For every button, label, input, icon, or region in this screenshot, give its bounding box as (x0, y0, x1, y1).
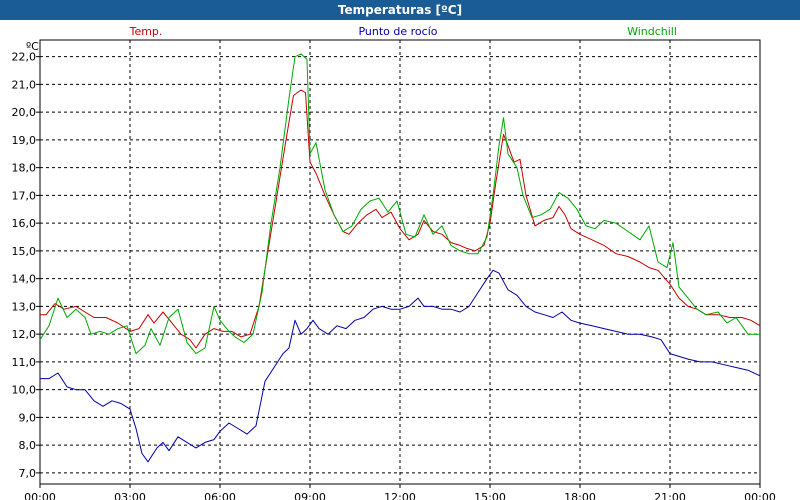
x-tick-time-label: 00:00 (24, 491, 56, 500)
y-tick-label: 10,0 (12, 384, 37, 397)
chart-title: Temperaturas [ºC] (0, 0, 800, 20)
x-axis: 00:0030/03/2503:0030/03/2506:0030/03/250… (24, 484, 776, 500)
y-tick-label: 8,0 (19, 439, 37, 452)
x-tick-time-label: 15:00 (474, 491, 506, 500)
x-tick-time-label: 18:00 (564, 491, 596, 500)
chart-window: Temperaturas [ºC] 22,0 21,0 20,0 19,0 18,0 17… (0, 0, 800, 500)
y-tick-label: 15,0 (12, 245, 37, 258)
y-axis-unit-label: ºC (26, 40, 39, 53)
x-tick-time-label: 00:00 (744, 491, 776, 500)
y-axis: 22,021,020,019,018,017,016,015,014,013,0… (12, 51, 40, 480)
y-tick-label: 9,0 (19, 411, 37, 424)
x-tick-time-label: 21:00 (654, 491, 686, 500)
y-tick-label: 21,0 (12, 78, 37, 91)
x-tick-time-label: 12:00 (384, 491, 416, 500)
legend: Temp. Punto de rocío Windchill (129, 25, 677, 38)
y-tick-label: 7,0 (19, 467, 37, 480)
legend-entry-0: Temp. (129, 25, 163, 38)
y-tick-label: 16,0 (12, 217, 37, 230)
y-tick-label: 14,0 (12, 273, 37, 286)
y-tick-label: 13,0 (12, 300, 37, 313)
y-tick-label: 11,0 (12, 356, 37, 369)
y-tick-label: 17,0 (12, 189, 37, 202)
y-tick-label: 18,0 (12, 162, 37, 175)
y-tick-label: 12,0 (12, 328, 37, 341)
x-tick-time-label: 03:00 (114, 491, 146, 500)
legend-entry-1: Punto de rocío (358, 25, 437, 38)
y-tick-label: 19,0 (12, 134, 37, 147)
x-tick-time-label: 06:00 (204, 491, 236, 500)
legend-entry-2: Windchill (627, 25, 677, 38)
chart-canvas: 22,021,020,019,018,017,016,015,014,013,0… (12, 25, 776, 500)
y-tick-label: 20,0 (12, 106, 37, 119)
x-tick-time-label: 09:00 (294, 491, 326, 500)
